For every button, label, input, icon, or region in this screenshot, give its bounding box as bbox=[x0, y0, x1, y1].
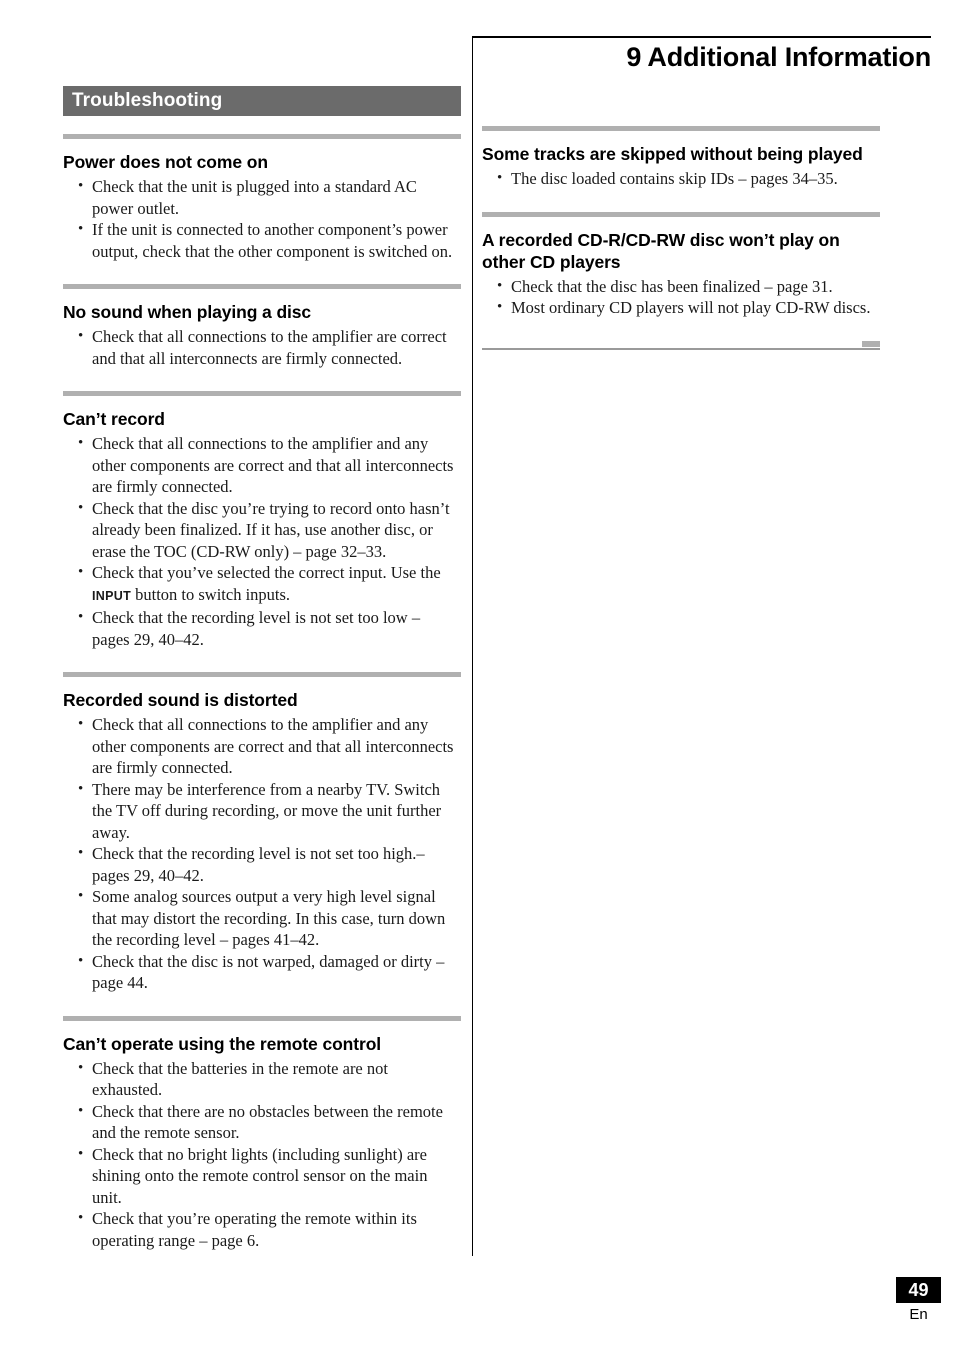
end-rule-cap bbox=[862, 340, 880, 347]
list-item: Check that all connections to the amplif… bbox=[63, 433, 461, 498]
list-item-input-button: Check that you’ve selected the correct i… bbox=[63, 562, 461, 607]
list-item: Check that the recording level is not se… bbox=[63, 607, 461, 650]
section-rule bbox=[63, 1015, 461, 1021]
column-divider bbox=[472, 36, 473, 1256]
list-item: Check that all connections to the amplif… bbox=[63, 326, 461, 369]
subheading-cant-operate-remote: Can’t operate using the remote control bbox=[63, 1033, 382, 1054]
list-item: Most ordinary CD players will not play C… bbox=[482, 297, 880, 319]
subheading-recorded-sound-is-distorted: Recorded sound is distorted bbox=[63, 690, 298, 710]
check-list-no-sound: Check that all connections to the amplif… bbox=[63, 326, 461, 369]
subheading-cdr-wont-play: A recorded CD-R/CD-RW disc won’t play on… bbox=[482, 229, 840, 272]
list-item: Check that no bright lights (including s… bbox=[63, 1144, 461, 1209]
section-banner: Troubleshooting bbox=[63, 86, 461, 116]
check-list-distorted: Check that all connections to the amplif… bbox=[63, 714, 461, 994]
section-rule bbox=[63, 672, 461, 677]
check-list-tracks-skipped: The disc loaded contains skip IDs – page… bbox=[482, 168, 880, 190]
check-list-cant-record: Check that all connections to the amplif… bbox=[63, 433, 461, 650]
list-item: Check that the batteries in the remote a… bbox=[63, 1058, 461, 1101]
manual-page: 9 Additional Information Troubleshooting… bbox=[0, 0, 954, 1348]
list-item: Check that the unit is plugged into a st… bbox=[63, 176, 461, 219]
subheading-tracks-skipped: Some tracks are skipped without being pl… bbox=[482, 144, 863, 164]
end-rule-line bbox=[482, 348, 880, 350]
text-after-input: button to switch inputs. bbox=[131, 584, 291, 604]
list-item: The disc loaded contains skip IDs – page… bbox=[482, 168, 880, 190]
section-end-rule bbox=[482, 340, 880, 350]
list-item: Check that there are no obstacles betwee… bbox=[63, 1101, 461, 1144]
section-rule bbox=[63, 284, 461, 289]
subheading-power-does-not-come-on: Power does not come on bbox=[63, 152, 268, 172]
list-item: Check that the recording level is not se… bbox=[63, 843, 461, 886]
section-rule bbox=[63, 134, 461, 139]
list-item: There may be interference from a nearby … bbox=[63, 779, 461, 844]
check-list-remote: Check that the batteries in the remote a… bbox=[63, 1058, 461, 1252]
list-item: Check that the disc you’re trying to rec… bbox=[63, 498, 461, 563]
check-list-cdr-wont-play: Check that the disc has been finalized –… bbox=[482, 276, 880, 319]
list-item: Check that you’re operating the remote w… bbox=[63, 1208, 461, 1251]
page-number: 49 bbox=[896, 1277, 941, 1303]
list-item: Some analog sources output a very high l… bbox=[63, 886, 461, 951]
list-item: Check that the disc has been finalized –… bbox=[482, 276, 880, 298]
check-list-power: Check that the unit is plugged into a st… bbox=[63, 176, 461, 262]
left-column: Troubleshooting Power does not come on C… bbox=[63, 86, 461, 1251]
subheading-no-sound-when-playing-a-disc: No sound when playing a disc bbox=[63, 302, 312, 322]
right-column: Some tracks are skipped without being pl… bbox=[482, 36, 880, 350]
list-item: If the unit is connected to another comp… bbox=[63, 219, 461, 262]
list-item: Check that all connections to the amplif… bbox=[63, 714, 461, 779]
section-rule bbox=[63, 391, 461, 396]
section-rule bbox=[482, 126, 880, 131]
section-rule bbox=[482, 211, 880, 217]
input-button-label: INPUT bbox=[92, 588, 131, 603]
list-item: Check that the disc is not warped, damag… bbox=[63, 951, 461, 994]
text-before-input: Check that you’ve selected the correct i… bbox=[92, 563, 441, 582]
page-language-code: En bbox=[909, 1306, 928, 1323]
subheading-cant-record: Can’t record bbox=[63, 409, 165, 429]
